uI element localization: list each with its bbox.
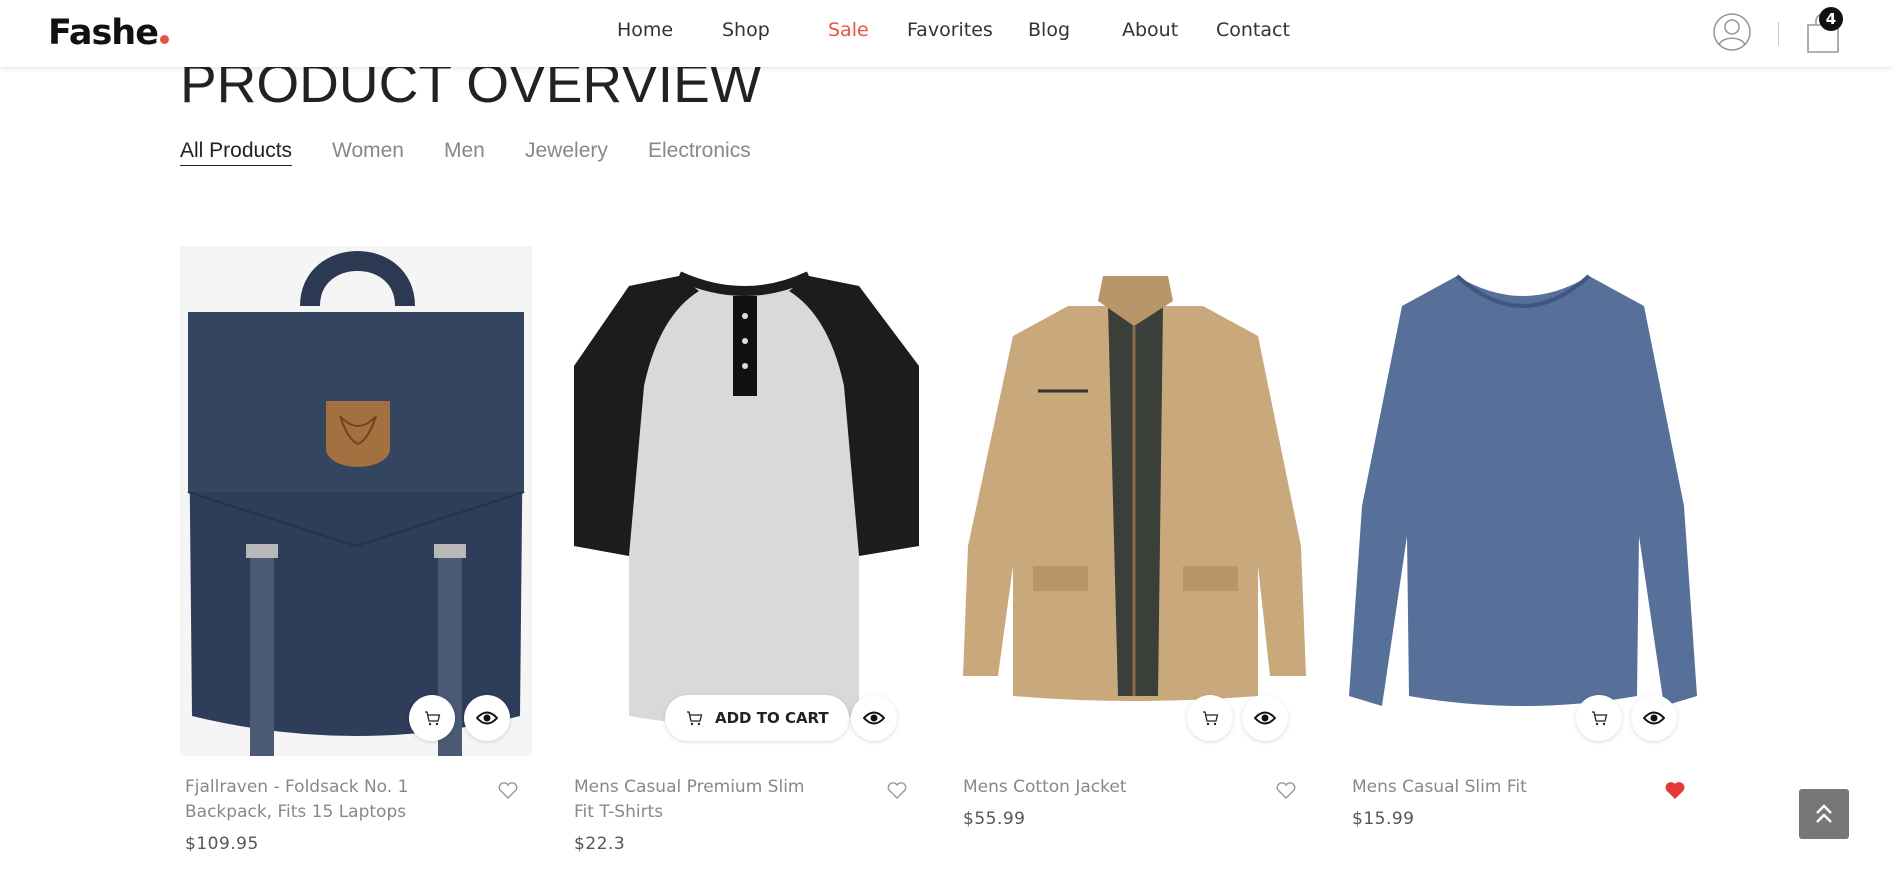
brand-dot: [159, 35, 169, 44]
scroll-to-top-button[interactable]: [1799, 789, 1849, 839]
nav-contact[interactable]: Contact: [1216, 19, 1290, 41]
product-card[interactable]: Mens Casual Slim Fit $15.99: [1347, 246, 1699, 866]
heart-icon[interactable]: [1276, 782, 1296, 800]
nav-about[interactable]: About: [1122, 19, 1178, 41]
product-price: $55.99: [963, 809, 1026, 829]
add-to-cart-button[interactable]: [409, 695, 455, 741]
heart-filled-icon[interactable]: [1665, 782, 1685, 800]
product-price: $109.95: [185, 834, 259, 854]
site-header: Fashe Home Shop Sale Favorites Blog Abou…: [0, 0, 1893, 67]
quick-view-button[interactable]: [851, 695, 897, 741]
brand-logo[interactable]: Fashe: [48, 13, 169, 53]
eye-icon: [863, 711, 885, 725]
product-card[interactable]: Mens Cotton Jacket $55.99: [958, 246, 1310, 866]
nav-home[interactable]: Home: [617, 19, 673, 41]
nav-sale[interactable]: Sale: [828, 19, 869, 41]
filter-women[interactable]: Women: [332, 139, 404, 165]
cart-icon: [425, 711, 441, 726]
filter-jewelery[interactable]: Jewelery: [525, 139, 608, 165]
product-image[interactable]: [569, 246, 921, 756]
nav-blog[interactable]: Blog: [1028, 19, 1070, 41]
add-to-cart-label: ADD TO CART: [715, 709, 829, 727]
brand-name: Fashe: [48, 13, 159, 53]
heart-icon[interactable]: [887, 782, 907, 800]
eye-icon: [1643, 711, 1665, 725]
eye-icon: [476, 711, 498, 725]
product-image[interactable]: [180, 246, 532, 756]
nav-shop[interactable]: Shop: [722, 19, 770, 41]
product-name[interactable]: Fjallraven - Foldsack No. 1 Backpack, Fi…: [185, 775, 435, 825]
nav-favorites[interactable]: Favorites: [907, 19, 993, 41]
product-name[interactable]: Mens Casual Slim Fit: [1352, 775, 1602, 800]
eye-icon: [1254, 711, 1276, 725]
product-image[interactable]: [1347, 246, 1699, 756]
product-image[interactable]: [958, 246, 1310, 756]
add-to-cart-button[interactable]: [1187, 695, 1233, 741]
product-card[interactable]: ADD TO CART Mens Casual Premium Slim Fit…: [569, 246, 921, 866]
filter-electronics[interactable]: Electronics: [648, 139, 751, 165]
add-to-cart-button[interactable]: [1576, 695, 1622, 741]
cart-icon: [1592, 711, 1608, 726]
product-card[interactable]: Fjallraven - Foldsack No. 1 Backpack, Fi…: [180, 246, 532, 866]
product-price: $22.3: [574, 834, 626, 854]
filter-all-products[interactable]: All Products: [180, 139, 293, 166]
add-to-cart-button[interactable]: ADD TO CART: [665, 695, 849, 741]
heart-icon[interactable]: [498, 782, 518, 800]
double-chevron-up-icon: [1816, 804, 1832, 823]
quick-view-button[interactable]: [1242, 695, 1288, 741]
user-icon[interactable]: [1712, 12, 1752, 52]
product-name[interactable]: Mens Casual Premium Slim Fit T-Shirts: [574, 775, 824, 825]
quick-view-button[interactable]: [464, 695, 510, 741]
product-price: $15.99: [1352, 809, 1415, 829]
quick-view-button[interactable]: [1631, 695, 1677, 741]
cart-icon: [687, 711, 703, 726]
cart-icon: [1203, 711, 1219, 726]
cart-count-badge: 4: [1819, 7, 1843, 31]
filter-men[interactable]: Men: [444, 139, 485, 165]
header-divider: [1778, 22, 1779, 46]
product-name[interactable]: Mens Cotton Jacket: [963, 775, 1213, 800]
